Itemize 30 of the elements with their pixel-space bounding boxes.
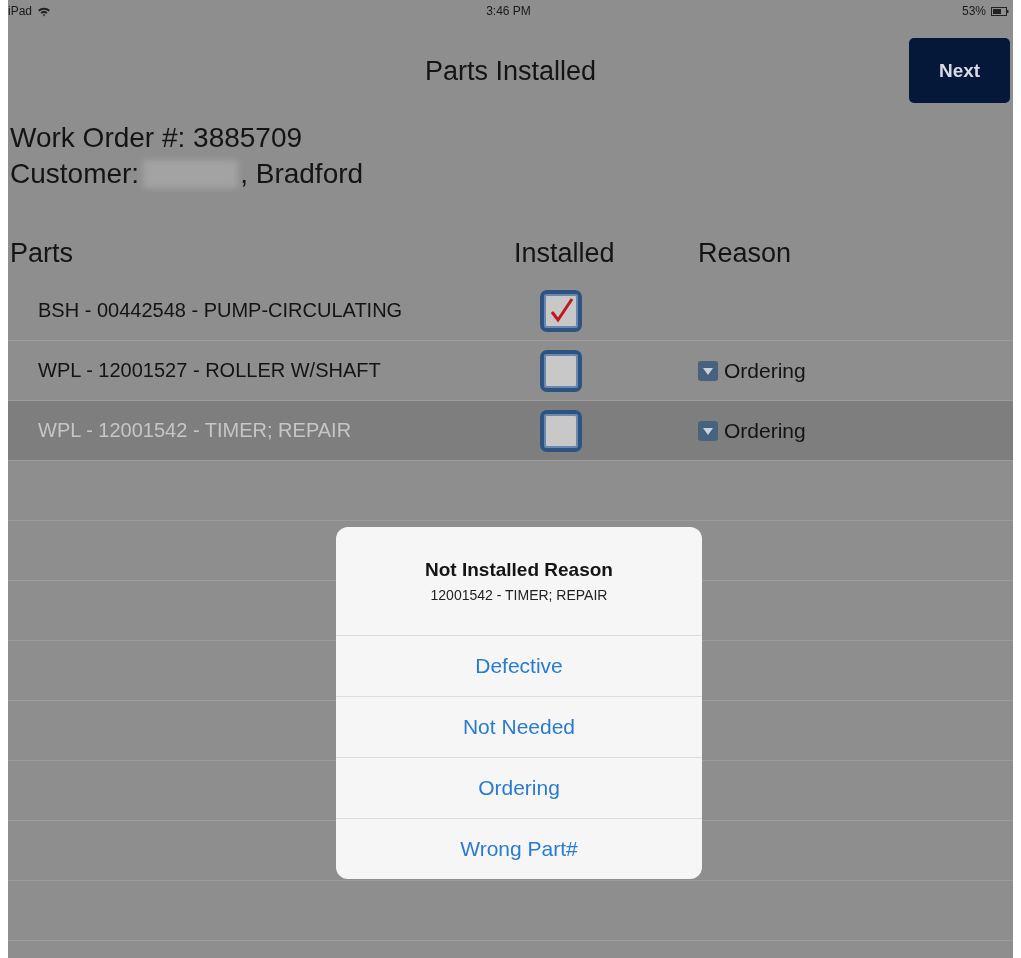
reason-option[interactable]: Defective xyxy=(336,636,702,697)
reason-value[interactable]: Ordering xyxy=(724,358,806,383)
column-header: Installed xyxy=(513,237,616,269)
status-time: 3:46 PM xyxy=(486,4,531,18)
installed-checkbox[interactable] xyxy=(540,349,582,392)
part-name[interactable]: WPL - 12001542 - TIMER; REPAIR xyxy=(8,419,510,442)
reason-option[interactable]: Wrong Part# xyxy=(336,819,702,879)
part-name[interactable]: BSH - 00442548 - PUMP-CIRCULATING xyxy=(8,299,510,322)
dropdown-icon[interactable] xyxy=(698,360,718,381)
column-header: Reason xyxy=(698,237,793,269)
work-order-number: Work Order #: 3885709 xyxy=(10,121,304,155)
installed-checkbox[interactable] xyxy=(540,289,582,332)
battery-percent: 53% xyxy=(961,4,986,18)
reason-option[interactable]: Ordering xyxy=(336,758,702,819)
reason-option[interactable]: Not Needed xyxy=(336,697,702,758)
dialog-subtitle: 12001542 - TIMER; REPAIR xyxy=(430,587,608,603)
screen-title: Parts Installed xyxy=(424,56,597,87)
reason-value[interactable]: Ordering xyxy=(724,418,806,443)
battery-icon xyxy=(991,6,1009,16)
selected-row[interactable]: WPL - 12001542 - TIMER; REPAIR Ordering xyxy=(8,401,1013,461)
column-header: Parts xyxy=(9,237,75,269)
customer-label: Customer: xyxy=(10,157,140,191)
installed-checkbox[interactable] xyxy=(540,409,582,452)
wifi-icon xyxy=(37,5,52,17)
next-button[interactable]: Next xyxy=(909,38,1010,103)
dialog-title: Not Installed Reason xyxy=(425,559,613,581)
carrier-label: iPad xyxy=(8,4,33,18)
customer-city: , Bradford xyxy=(240,157,364,191)
part-name[interactable]: WPL - 12001527 - ROLLER W/SHAFT xyxy=(8,359,510,382)
dropdown-icon[interactable] xyxy=(698,420,718,441)
